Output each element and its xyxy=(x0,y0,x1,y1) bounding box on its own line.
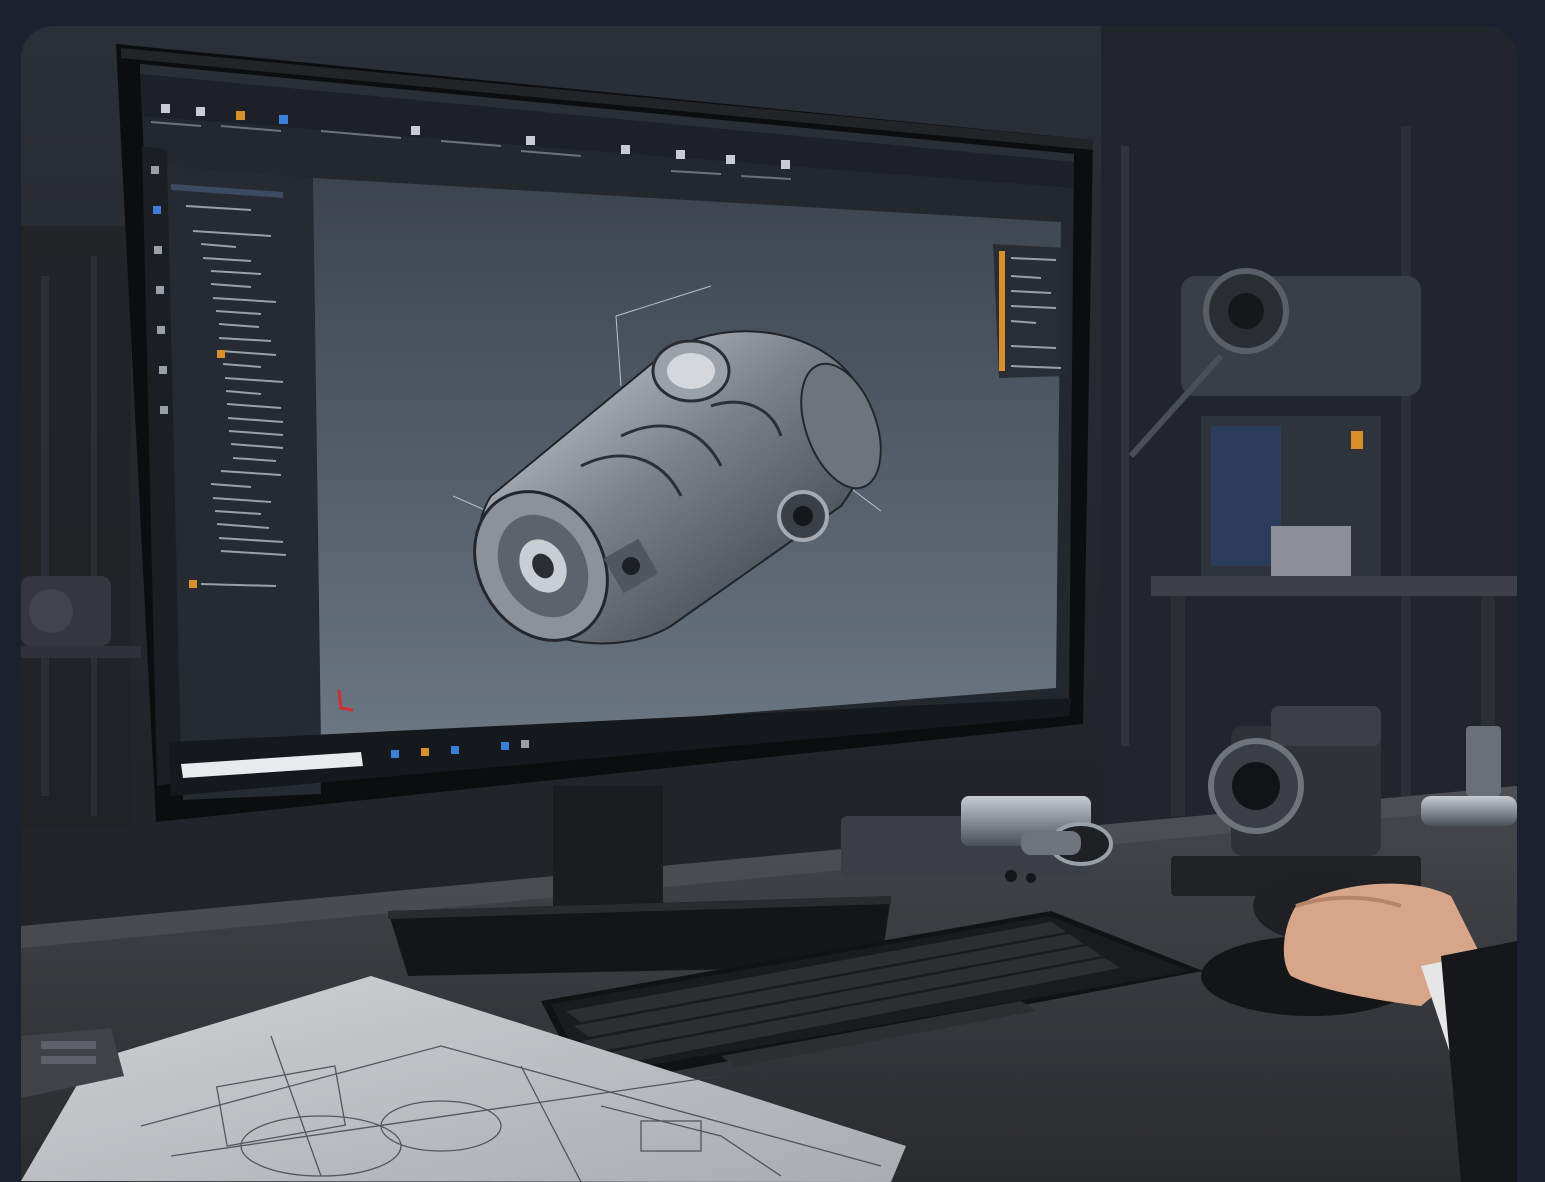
engine-part-on-desk xyxy=(841,796,1113,883)
background-machinery-left xyxy=(21,226,141,826)
photo-frame xyxy=(21,26,1517,1182)
workstation-photo xyxy=(21,26,1517,1182)
monitor-screen xyxy=(140,64,1074,796)
monitor xyxy=(116,44,1093,822)
